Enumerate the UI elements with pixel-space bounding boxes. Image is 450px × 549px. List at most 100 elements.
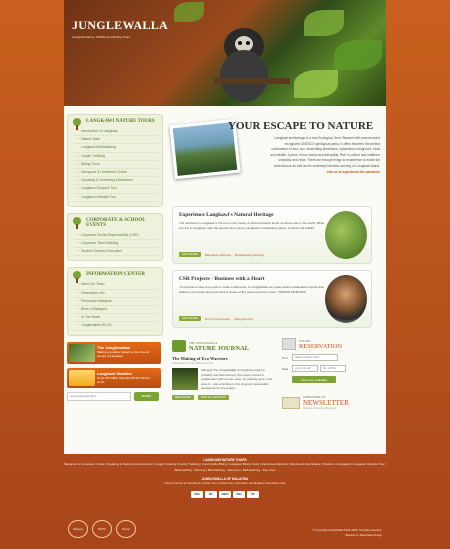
reservation-title: RESERVATION bbox=[299, 342, 343, 350]
info-link[interactable]: Meet Our Team bbox=[74, 281, 158, 290]
amex-icon: AMEX bbox=[219, 490, 231, 498]
tour-label: Tour bbox=[282, 355, 288, 360]
footer: LANGKAWI NATURE TOURS Mangrove & Limesto… bbox=[64, 454, 386, 498]
info-link[interactable]: Destination Info bbox=[74, 290, 158, 298]
escape-paragraph: Langkawi archipelago is a true Ecologica… bbox=[270, 136, 380, 168]
csr-links: READ MORE Fish For the Future Mangrove A… bbox=[179, 316, 257, 321]
nature-tour-link[interactable]: Biking Tours bbox=[74, 161, 158, 170]
sidebar: Langkawi Nature Tours Introduction to La… bbox=[67, 114, 163, 401]
online-reservation: ONLINE RESERVATION Tour Select Nature To… bbox=[282, 338, 380, 410]
csr-link[interactable]: Mangrove Aid bbox=[234, 317, 252, 321]
person-photo bbox=[325, 275, 367, 323]
newsletter-subtitle: Discover nature's story here! bbox=[303, 407, 336, 410]
journal-read-more-button[interactable]: READ MORE bbox=[172, 394, 194, 400]
nature-tour-link[interactable]: Introduction to Langkawi bbox=[74, 128, 158, 137]
info-link[interactable]: Junglewalla's BLOG bbox=[74, 322, 158, 331]
page: JUNGLEWALLA Langkawi Nature, Wildlife an… bbox=[0, 0, 450, 549]
header-banner: JUNGLEWALLA Langkawi Nature, Wildlife an… bbox=[64, 0, 386, 106]
sun-icon bbox=[69, 369, 95, 386]
journal-post-photo bbox=[172, 368, 198, 390]
pax-select[interactable]: No. of Pax bbox=[320, 365, 346, 372]
promo-photo bbox=[69, 343, 95, 362]
corporate-link[interactable]: Corporate Social Responsibility (CSR) bbox=[74, 232, 158, 241]
check-availability-button[interactable]: check tour availability bbox=[292, 376, 336, 383]
mastercard-icon: MC bbox=[205, 490, 217, 498]
footer-bottom: Malaysia MATTA Partner © Copyright Jungl… bbox=[64, 518, 386, 544]
heritage-link[interactable]: Birdwatching Morning bbox=[235, 253, 264, 257]
journal-post: The Making of Eco Warriors Posted on 27 … bbox=[172, 356, 274, 400]
heritage-photo bbox=[325, 211, 367, 259]
corporate-box: Corporate & School Events Corporate Soci… bbox=[67, 212, 163, 262]
nature-tour-link[interactable]: Mangrove & Limestone Cruise bbox=[74, 169, 158, 178]
info-link[interactable]: In The News bbox=[74, 314, 158, 323]
heritage-links: READ MORE Rainforest Aftershot Birdwatch… bbox=[179, 252, 268, 257]
search-button[interactable]: search bbox=[134, 391, 159, 401]
credits-text[interactable]: Website by Stampede Design bbox=[313, 533, 382, 538]
newsletter-signup[interactable]: SUBSCRIBE TO NEWSLETTER Discover nature'… bbox=[282, 395, 380, 410]
csr-feature: CSR Projects - Business with a Heart "Co… bbox=[172, 270, 372, 328]
nature-tour-link[interactable]: Langkawi Lifestyle Tour bbox=[74, 194, 158, 202]
heritage-link[interactable]: Rainforest Aftershot bbox=[205, 253, 231, 257]
copyright: © Copyright JungleWalla 1994-2009. All r… bbox=[313, 528, 382, 537]
partner-logo: Partner bbox=[116, 520, 136, 538]
search-form: search bbox=[67, 391, 163, 401]
nature-tour-link[interactable]: Kayaking & Swimming Adventures bbox=[74, 177, 158, 186]
monkey-photo bbox=[214, 28, 290, 102]
nature-tours-title: Langkawi Nature Tours bbox=[86, 119, 155, 124]
tour-select[interactable]: Select Nature Tours bbox=[292, 354, 338, 361]
weather-details: Temp 28°C/82F Humidity 86.9% Wind 2 kmph bbox=[97, 375, 150, 384]
nature-tour-link[interactable]: Jungle Trekking bbox=[74, 153, 158, 161]
date-label: Date bbox=[282, 366, 289, 371]
site-tagline: Langkawi Nature, Wildlife and Birding To… bbox=[72, 35, 131, 39]
nature-journal: THE JUNGLEWALLA NATURE JOURNAL The Makin… bbox=[172, 340, 274, 400]
computer-icon bbox=[282, 338, 296, 350]
nature-tour-link[interactable]: Langkawi Birdwatching bbox=[74, 144, 158, 153]
view-all-articles-button[interactable]: VIEW ALL ARTICLES bbox=[197, 394, 229, 400]
csr-link[interactable]: Fish For the Future bbox=[205, 317, 231, 321]
escape-highlight: Join us to experience the wonders! bbox=[326, 169, 380, 174]
promo-subtitle: Making a positive impact on the lives of… bbox=[97, 349, 150, 358]
info-link[interactable]: Peninsular Malaysia bbox=[74, 298, 158, 307]
info-center-title: Information Center bbox=[86, 272, 145, 278]
csr-text: "Corporations have the power to make a d… bbox=[179, 285, 324, 294]
heritage-text: The rainforest in Langkawi is home to a … bbox=[179, 221, 325, 230]
journal-title: NATURE JOURNAL bbox=[189, 344, 250, 352]
footer-tours-links[interactable]: Mangrove & Limestone Cruise | Kayaking &… bbox=[64, 462, 386, 473]
corporate-link[interactable]: Corporate Team Building bbox=[74, 240, 158, 249]
footer-company-links[interactable]: Home | Terms & Conditions | About Us | C… bbox=[64, 481, 386, 487]
payment-icons: VISA MC AMEX VISA PP bbox=[64, 490, 386, 498]
escape-text: Langkawi archipelago is a true Ecologica… bbox=[268, 136, 380, 175]
nature-tour-link[interactable]: Nature Walk bbox=[74, 136, 158, 145]
date-input[interactable]: yyyy-mm-dd bbox=[292, 365, 318, 372]
journal-header: THE JUNGLEWALLA NATURE JOURNAL bbox=[172, 340, 274, 352]
tree-icon bbox=[73, 216, 81, 229]
search-input[interactable] bbox=[67, 391, 131, 401]
info-center-box: Information Center Meet Our Team Destina… bbox=[67, 267, 163, 336]
nature-tours-box: Langkawi Nature Tours Introduction to La… bbox=[67, 114, 163, 207]
site-logo[interactable]: JUNGLEWALLA bbox=[72, 18, 168, 33]
visa-electron-icon: VISA bbox=[233, 490, 245, 498]
info-link[interactable]: Birds of Malaysia bbox=[74, 306, 158, 315]
journal-icon bbox=[172, 340, 186, 352]
heritage-feature: Experience Langkawi's Natural Heritage T… bbox=[172, 206, 372, 264]
read-more-button[interactable]: READ MORE bbox=[179, 252, 201, 257]
partner-logos: Malaysia MATTA Partner bbox=[68, 520, 140, 538]
journal-post-text: Although The JungleWallah of Langkawi pr… bbox=[201, 368, 273, 390]
envelope-icon bbox=[282, 396, 300, 409]
tree-icon bbox=[73, 271, 81, 284]
escape-title: YOUR ESCAPE TO NATURE bbox=[228, 120, 374, 132]
malaysia-logo: Malaysia bbox=[68, 520, 88, 538]
tree-icon bbox=[73, 118, 81, 130]
read-more-button[interactable]: READ MORE bbox=[179, 316, 201, 321]
visa-icon: VISA bbox=[191, 490, 203, 498]
weather-widget[interactable]: Langkawi Weather Temp 28°C/82F Humidity … bbox=[67, 367, 161, 388]
junglewallas-promo[interactable]: The Junglewallas Making a positive impac… bbox=[67, 341, 161, 364]
corporate-link[interactable]: Student Outdoor Education bbox=[74, 248, 158, 257]
corporate-title: Corporate & School Events bbox=[86, 217, 146, 228]
newsletter-title: NEWSLETTER bbox=[303, 399, 349, 407]
journal-post-meta: Posted on 27 Aug 2009 under Art bbox=[172, 361, 214, 365]
content-area: Langkawi Nature Tours Introduction to La… bbox=[64, 106, 386, 454]
paypal-icon: PP bbox=[247, 490, 259, 498]
copyright-text: © Copyright JungleWalla 1994-2009. All r… bbox=[312, 528, 382, 532]
nature-tour-link[interactable]: Langkawi Geopark Tour bbox=[74, 185, 158, 194]
